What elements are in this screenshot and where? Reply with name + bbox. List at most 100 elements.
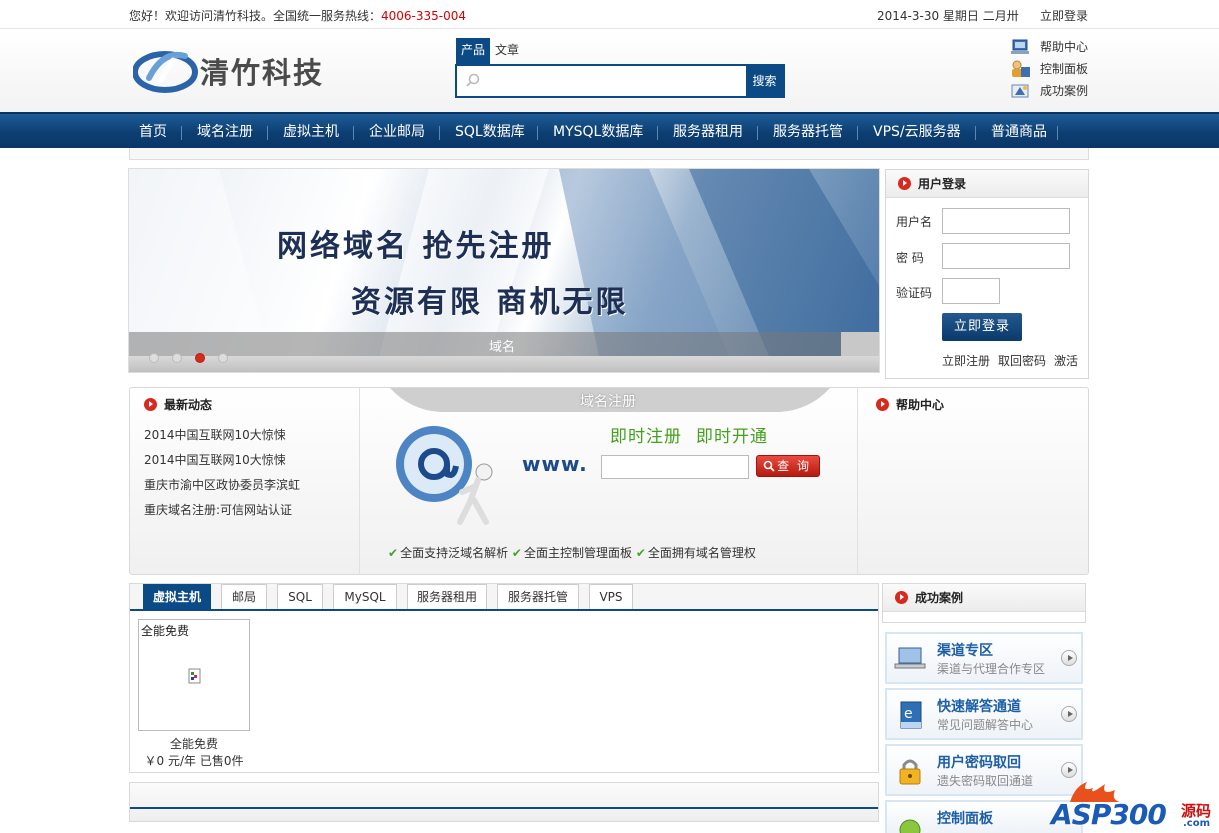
nav-item-sql[interactable]: SQL数据库 <box>455 114 525 148</box>
search-tab-products[interactable]: 产品 <box>456 38 491 64</box>
feature-text: 全面主控制管理面板 <box>523 546 632 560</box>
quick-link-control-panel[interactable]: 控制面板 <box>1010 58 1088 80</box>
slide-dot[interactable] <box>218 353 228 363</box>
nav-separator <box>975 126 976 140</box>
chevron-right-icon[interactable] <box>1061 650 1077 666</box>
quick-link-help[interactable]: 帮助中心 <box>1010 36 1088 58</box>
activate-link[interactable]: 激活 <box>1054 354 1078 368</box>
nav-separator <box>757 126 758 140</box>
slide-dot[interactable] <box>149 353 159 363</box>
news-item[interactable]: 2014中国互联网10大惊悚 <box>144 451 286 468</box>
nav-separator <box>657 126 658 140</box>
search-tab-articles[interactable]: 文章 <box>490 38 524 64</box>
check-icon: ✔ <box>388 546 399 560</box>
domain-search-panel: 域名注册 即时注册 即时开通 www. 查 询 ✔ 全面支持泛域名解析 ✔ 全面主控制… <box>360 388 857 574</box>
domain-slogan: 即时注册 即时开通 <box>610 422 782 447</box>
news-item[interactable]: 重庆市渝中区政协委员李滨虹 <box>144 476 300 493</box>
help-title: 帮助中心 <box>896 398 945 412</box>
watermark-text: ASP300 <box>1051 798 1167 831</box>
magnifier-icon <box>763 460 775 472</box>
slide-dot-active[interactable] <box>195 353 205 363</box>
nav-item-domain[interactable]: 域名注册 <box>197 114 253 148</box>
nav-item-vps[interactable]: VPS/云服务器 <box>873 114 961 148</box>
tab-email[interactable]: 邮局 <box>221 584 267 609</box>
welcome-text: 您好！欢迎访问清竹科技。全国统一服务热线：4006-335-004 <box>129 7 466 24</box>
quick-link-label: 控制面板 <box>1040 62 1089 76</box>
product-card[interactable]: 全能免费 <box>138 619 250 731</box>
case-subtitle: 常见问题解答中心 <box>937 718 1034 732</box>
nav-item-email[interactable]: 企业邮局 <box>369 114 425 148</box>
nav-item-server-hosting[interactable]: 服务器托管 <box>773 114 843 148</box>
password-input[interactable] <box>942 243 1070 269</box>
nav-separator <box>439 126 440 140</box>
search-input[interactable] <box>487 69 742 93</box>
check-icon: ✔ <box>635 546 646 560</box>
quick-link-success-cases[interactable]: 成功案例 <box>1010 80 1088 102</box>
top-bar: 您好！欢迎访问清竹科技。全国统一服务热线：4006-335-004 2014-3… <box>0 0 1219 29</box>
hotline-number: 4006-335-004 <box>381 9 467 23</box>
username-input[interactable] <box>942 208 1070 234</box>
domain-section: 最新动态 2014中国互联网10大惊悚 2014中国互联网10大惊悚 重庆市渝中… <box>129 387 1089 575</box>
quick-link-label: 帮助中心 <box>1040 40 1089 54</box>
quick-links: 帮助中心 控制面板 成功案例 <box>1010 36 1088 102</box>
slide-dot[interactable] <box>172 353 182 363</box>
nav-separator <box>181 126 182 140</box>
case-title: 快速解答通道 <box>937 699 1021 715</box>
news-title: 最新动态 <box>164 398 213 412</box>
nav-separator <box>353 126 354 140</box>
nav-separator <box>857 126 858 140</box>
chevron-right-icon[interactable] <box>1061 762 1077 778</box>
news-header: 最新动态 <box>144 396 212 413</box>
top-login-link[interactable]: 立即登录 <box>1040 7 1088 24</box>
tab-virtual-host[interactable]: 虚拟主机 <box>143 584 211 609</box>
banner-slideshow[interactable]: 网络域名 抢先注册 资源有限 商机无限 域名 <box>128 168 880 373</box>
nav-item-home[interactable]: 首页 <box>139 114 167 148</box>
register-link[interactable]: 立即注册 <box>942 354 990 368</box>
arrow-bullet-icon <box>895 591 908 604</box>
nav-item-virtual-host[interactable]: 虚拟主机 <box>283 114 339 148</box>
broken-image-icon <box>188 668 201 684</box>
watermark-logo: ASP300 源码 .com <box>1045 778 1219 833</box>
control-panel-icon <box>899 819 921 833</box>
slide-indicators <box>149 352 241 366</box>
arrow-bullet-icon <box>144 398 157 411</box>
login-panel-title: 用户登录 <box>918 176 967 191</box>
domain-search-input[interactable] <box>601 455 749 479</box>
login-submit-button[interactable]: 立即登录 <box>942 313 1022 341</box>
product-name[interactable]: 全能免费 <box>138 735 250 752</box>
date-text: 2014-3-30 星期日 二月卅 <box>877 9 1019 23</box>
tab-server-rental[interactable]: 服务器租用 <box>407 584 487 609</box>
logo-swoosh-icon <box>132 51 198 93</box>
tab-sql[interactable]: SQL <box>277 584 323 609</box>
case-subtitle: 渠道与代理合作专区 <box>937 662 1046 676</box>
retrieve-password-link[interactable]: 取回密码 <box>998 354 1046 368</box>
feature-text: 全面支持泛域名解析 <box>400 546 509 560</box>
chevron-right-icon[interactable] <box>1061 706 1077 722</box>
control-panel-icon <box>1012 60 1030 77</box>
nav-item-mysql[interactable]: MYSQL数据库 <box>553 114 643 148</box>
help-header: 帮助中心 <box>876 396 944 413</box>
banner-caption-pad <box>841 332 879 356</box>
search-icon <box>466 73 480 87</box>
captcha-input[interactable] <box>942 278 1000 304</box>
nav-item-server-rental[interactable]: 服务器租用 <box>673 114 743 148</box>
search-button[interactable]: 搜索 <box>746 66 783 96</box>
nav-separator <box>537 126 538 140</box>
banner-headline-2: 资源有限 商机无限 <box>351 285 629 320</box>
tab-mysql[interactable]: MySQL <box>333 584 397 609</box>
success-cases-icon <box>1011 84 1029 98</box>
news-item[interactable]: 2014中国互联网10大惊悚 <box>144 426 286 443</box>
tab-server-hosting[interactable]: 服务器托管 <box>497 584 579 609</box>
section-divider-bar <box>129 782 879 822</box>
case-item-channel[interactable]: 渠道专区 渠道与代理合作专区 <box>885 632 1083 684</box>
nav-item-general-goods[interactable]: 普通商品 <box>991 114 1047 148</box>
product-card-title: 全能免费 <box>141 624 190 638</box>
news-item[interactable]: 重庆域名注册:可信网站认证 <box>144 501 292 518</box>
case-title: 渠道专区 <box>937 643 993 659</box>
case-item-faq[interactable]: e 快速解答通道 常见问题解答中心 <box>885 688 1083 740</box>
tab-vps[interactable]: VPS <box>589 584 633 609</box>
slogan-instant-open: 即时开通 <box>696 427 768 447</box>
domain-query-button[interactable]: 查 询 <box>756 455 820 477</box>
banner-caption: 域名 <box>489 340 516 355</box>
main-nav: 首页 域名注册 虚拟主机 企业邮局 SQL数据库 MYSQL数据库 服务器租用 … <box>0 112 1219 148</box>
